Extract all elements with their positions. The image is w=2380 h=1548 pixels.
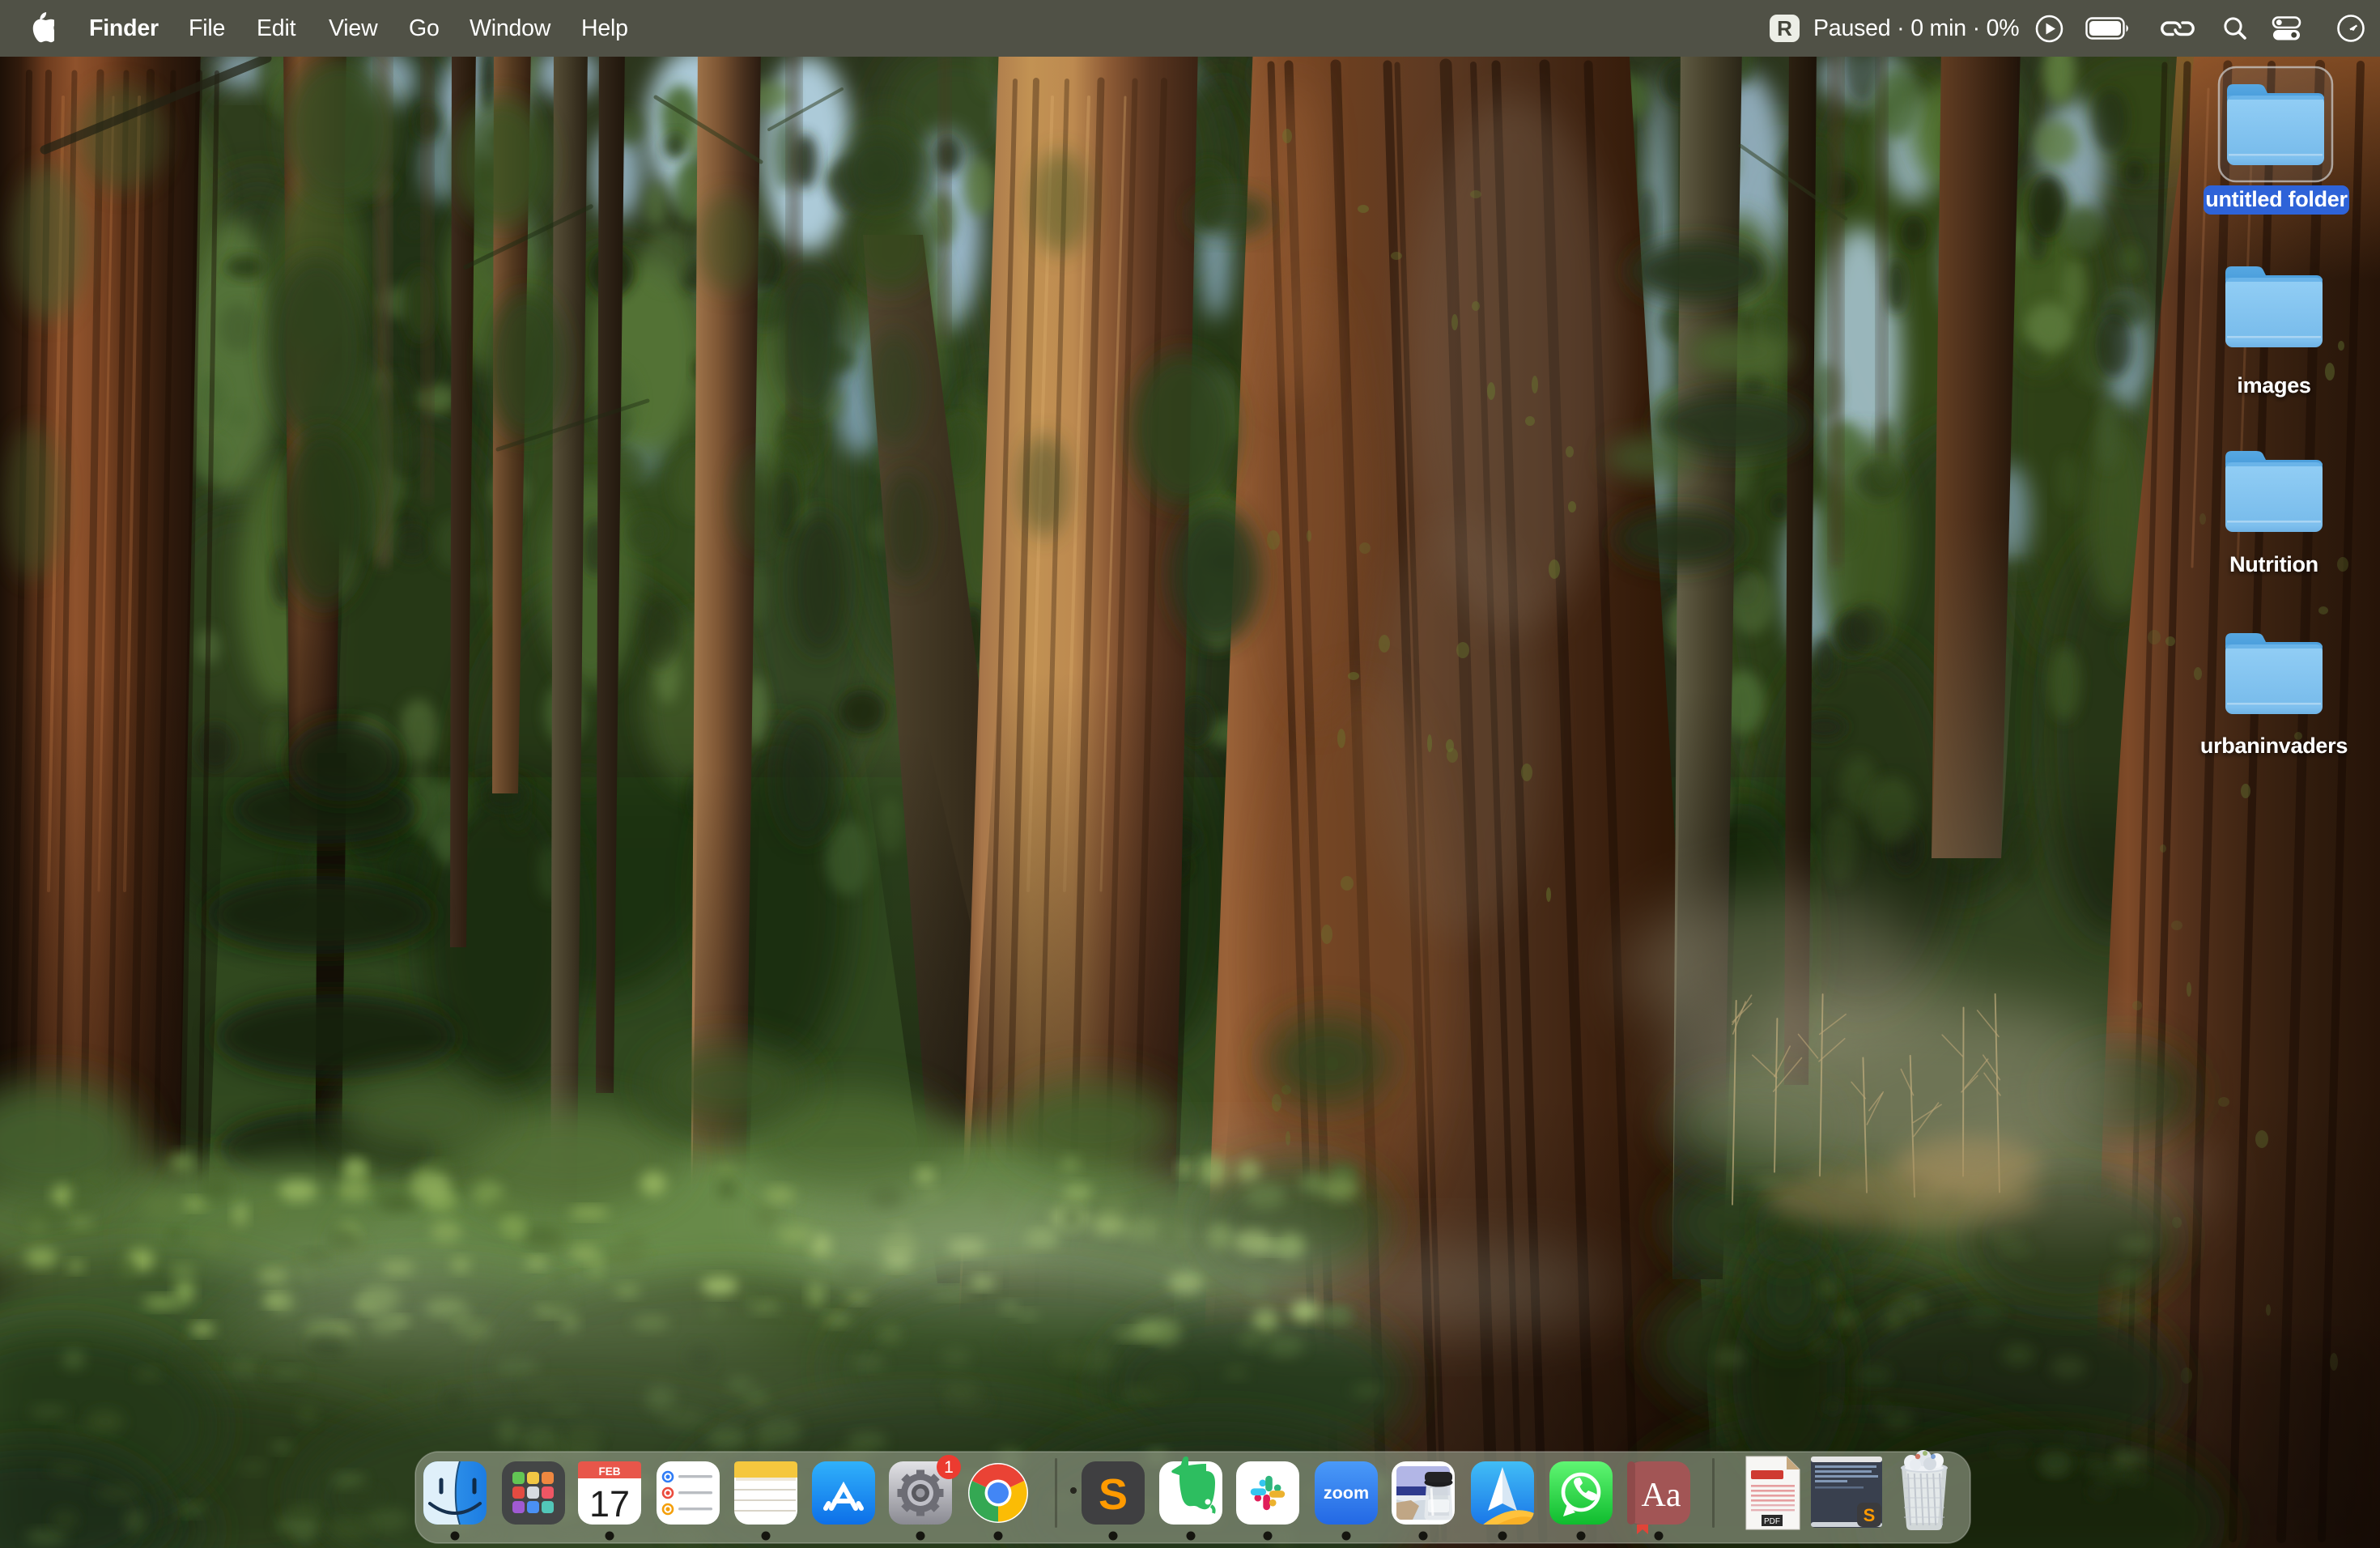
svg-text:S: S: [1099, 1470, 1128, 1519]
svg-text:untitled folder: untitled folder: [2205, 187, 2348, 211]
svg-text:images: images: [2237, 373, 2310, 398]
svg-text:Aa: Aa: [1642, 1477, 1681, 1514]
svg-text:FEB: FEB: [599, 1465, 621, 1478]
svg-text:S: S: [1864, 1505, 1876, 1525]
svg-text:17: 17: [589, 1483, 630, 1525]
svg-text:zoom: zoom: [1324, 1483, 1369, 1503]
svg-text:urbaninvaders: urbaninvaders: [2200, 734, 2348, 758]
svg-text:PDF: PDF: [1764, 1517, 1780, 1526]
svg-text:Nutrition: Nutrition: [2229, 552, 2318, 576]
svg-text:1: 1: [944, 1458, 954, 1477]
